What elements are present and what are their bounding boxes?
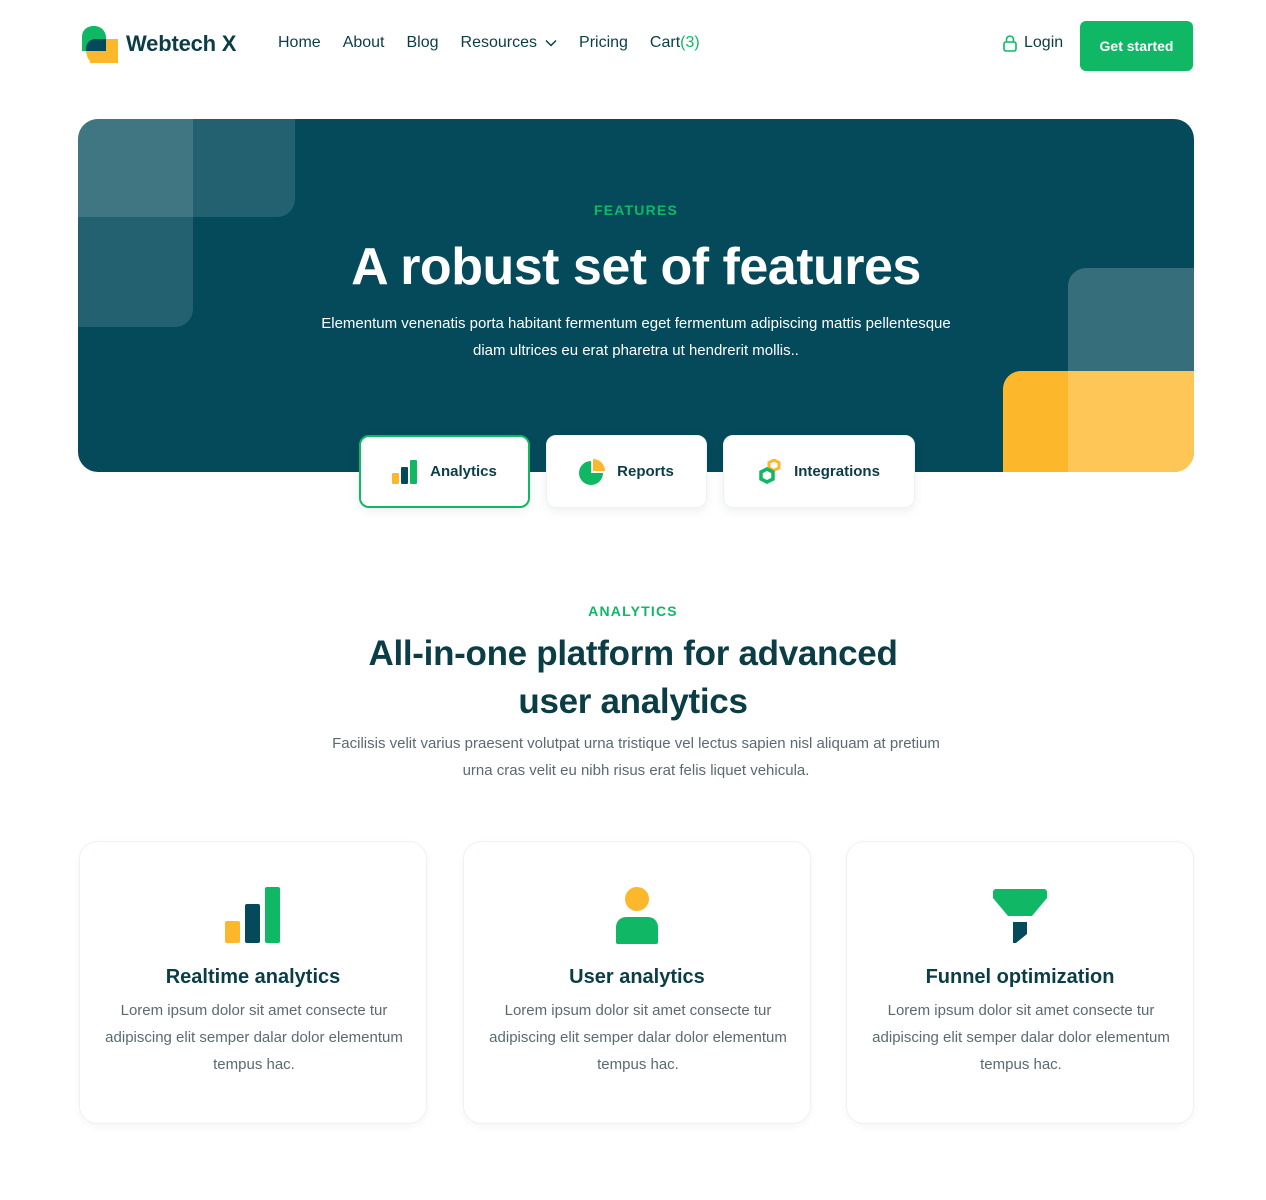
tab-integrations[interactable]: Integrations: [723, 435, 915, 508]
card-description: Lorem ipsum dolor sit amet consecte tur …: [489, 1002, 787, 1073]
nav-home-label: Home: [278, 34, 321, 51]
nav-about[interactable]: About: [343, 34, 385, 52]
login-label: Login: [1024, 34, 1064, 51]
login-link[interactable]: Login: [1003, 34, 1063, 52]
nav-blog[interactable]: Blog: [407, 34, 439, 52]
feature-card: Realtime analytics Lorem ipsum dolor sit…: [79, 841, 427, 1124]
tab-reports-label: Reports: [617, 463, 674, 480]
feature-card: User analytics Lorem ipsum dolor sit ame…: [463, 841, 811, 1124]
chevron-down-icon: [545, 39, 557, 47]
bar-chart-icon: [225, 887, 280, 943]
logo-text: Webtech X: [126, 31, 237, 56]
nav-blog-label: Blog: [406, 34, 439, 51]
nav-pricing-label: Pricing: [579, 34, 628, 51]
hero-description: Elementum venenatis porta habitant ferme…: [321, 315, 951, 359]
get-started-button[interactable]: Get started: [1080, 21, 1193, 71]
nav-cart[interactable]: Cart (3): [650, 34, 700, 52]
card-description: Lorem ipsum dolor sit amet consecte tur …: [872, 1002, 1170, 1073]
tab-analytics-label: Analytics: [430, 463, 497, 480]
logo-icon: [80, 25, 118, 63]
card-title: Funnel optimization: [925, 966, 1115, 988]
tab-analytics[interactable]: Analytics: [359, 435, 530, 508]
funnel-icon: [993, 889, 1047, 943]
nav-cart-label: Cart: [649, 34, 681, 51]
card-title: Realtime analytics: [165, 966, 341, 988]
tab-integrations-label: Integrations: [794, 463, 880, 480]
hero-decoration-shape: [1068, 371, 1194, 472]
main-nav: Home About Blog Resources Pricing Cart (3…: [278, 34, 722, 52]
feature-card: Funnel optimization Lorem ipsum dolor si…: [846, 841, 1194, 1124]
section-title: All-in-one platform for advanced user an…: [368, 634, 898, 721]
features-hero: FEATURES A robust set of features Elemen…: [78, 119, 1194, 472]
nav-resources-label: Resources: [460, 34, 538, 51]
section-description: Facilisis velit varius praesent volutpat…: [332, 735, 940, 779]
nav-pricing[interactable]: Pricing: [579, 34, 628, 52]
site-header: Webtech X Home About Blog Resources Pric…: [0, 0, 1266, 92]
card-title: User analytics: [569, 966, 705, 988]
logo-link[interactable]: Webtech X: [80, 25, 236, 63]
bar-chart-icon: [392, 459, 418, 484]
section-eyebrow: ANALYTICS: [588, 603, 678, 619]
nav-home[interactable]: Home: [278, 34, 321, 52]
card-description: Lorem ipsum dolor sit amet consecte tur …: [105, 1002, 403, 1073]
tab-reports[interactable]: Reports: [546, 435, 707, 508]
cart-count-badge: (3): [680, 34, 700, 51]
card-icon-wrap: [847, 886, 1193, 944]
card-icon-wrap: [464, 886, 810, 944]
user-icon: [616, 887, 658, 944]
nav-about-label: About: [342, 34, 385, 51]
hero-eyebrow: FEATURES: [593, 202, 678, 218]
lock-icon: [1003, 34, 1017, 52]
hero-title: A robust set of features: [351, 238, 921, 296]
pie-chart-icon: [579, 458, 606, 485]
hexagon-nuts-icon: [759, 458, 781, 484]
nav-resources-dropdown[interactable]: Resources: [461, 34, 557, 52]
card-icon-wrap: [80, 886, 426, 944]
